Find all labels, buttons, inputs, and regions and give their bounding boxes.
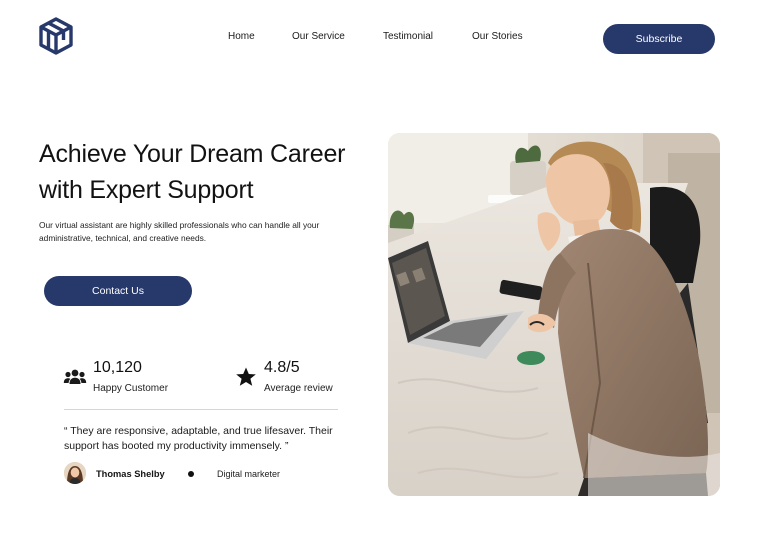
- stat-label: Average review: [264, 383, 333, 394]
- stat-value: 10,120: [93, 359, 142, 376]
- stat-label: Happy Customer: [93, 383, 169, 394]
- nav-link-our-service[interactable]: Our Service: [292, 31, 345, 43]
- nav-link-home[interactable]: Home: [228, 31, 255, 43]
- hero-description: Our virtual assistant are highly skilled…: [39, 220, 320, 243]
- headline-line-1: Achieve Your Dream Career: [39, 140, 346, 168]
- stat-average-review: 4.8/5 Average review: [234, 357, 364, 399]
- users-icon: [63, 369, 87, 384]
- stat-happy-customer: 10,120 Happy Customer: [63, 357, 213, 399]
- testimonial-role: Digital marketer: [217, 469, 281, 479]
- woman-at-laptop-photo: [388, 133, 720, 496]
- headline-line-2: with Expert Support: [39, 176, 254, 204]
- nav-link-our-stories[interactable]: Our Stories: [472, 31, 523, 43]
- hero-image: [388, 133, 720, 496]
- avatar: [64, 462, 86, 484]
- nav-link-testimonial[interactable]: Testimonial: [383, 31, 433, 43]
- stat-value: 4.8/5: [264, 359, 300, 376]
- testimonial-quote: “ They are responsive, adaptable, and tr…: [64, 425, 333, 452]
- page-title: Achieve Your Dream Career with Expert Su…: [39, 136, 384, 208]
- divider: [64, 409, 338, 410]
- testimonial-author: Thomas Shelby: [96, 469, 165, 479]
- contact-us-button[interactable]: Contact Us: [44, 276, 192, 306]
- star-icon: [236, 367, 256, 386]
- subscribe-button[interactable]: Subscribe: [603, 24, 715, 54]
- separator-dot: [188, 471, 194, 477]
- avatar-portrait-icon: [64, 462, 86, 484]
